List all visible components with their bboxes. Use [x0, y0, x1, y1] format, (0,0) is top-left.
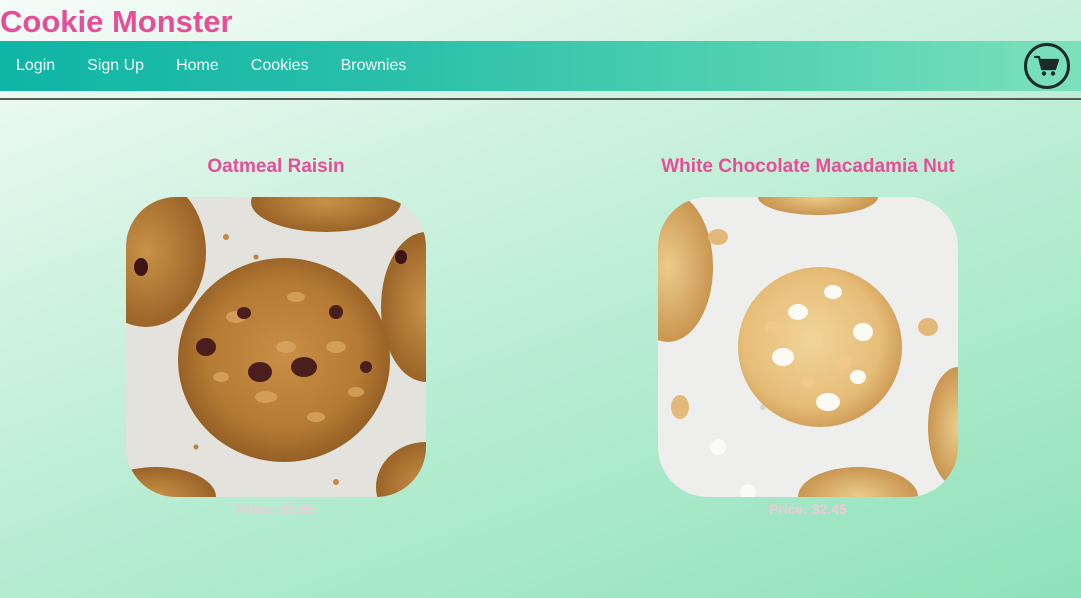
product-name: Oatmeal Raisin: [207, 156, 345, 177]
main-navbar: Login Sign Up Home Cookies Brownies: [0, 41, 1081, 91]
nav-cookies[interactable]: Cookies: [251, 57, 309, 75]
white-chocolate-macadamia-cookie-image[interactable]: [658, 197, 958, 497]
shopping-cart-icon: [1034, 55, 1060, 76]
product-card: White Chocolate Macadamia Nut Price: $2.…: [648, 155, 968, 517]
product-price: Price: $1.65: [237, 501, 315, 517]
nav-brownies[interactable]: Brownies: [341, 57, 407, 75]
cart-button[interactable]: [1024, 43, 1070, 89]
oatmeal-raisin-cookie-image[interactable]: [126, 197, 426, 497]
nav-sign-up[interactable]: Sign Up: [87, 57, 144, 75]
site-title: Cookie Monster: [0, 4, 233, 39]
header-divider: [0, 98, 1081, 100]
product-name: White Chocolate Macadamia Nut: [661, 156, 955, 177]
nav-home[interactable]: Home: [176, 57, 219, 75]
product-card: Oatmeal Raisin Price: $1.65: [116, 155, 436, 517]
product-price: Price: $2.45: [769, 501, 847, 517]
nav-login[interactable]: Login: [16, 57, 55, 75]
